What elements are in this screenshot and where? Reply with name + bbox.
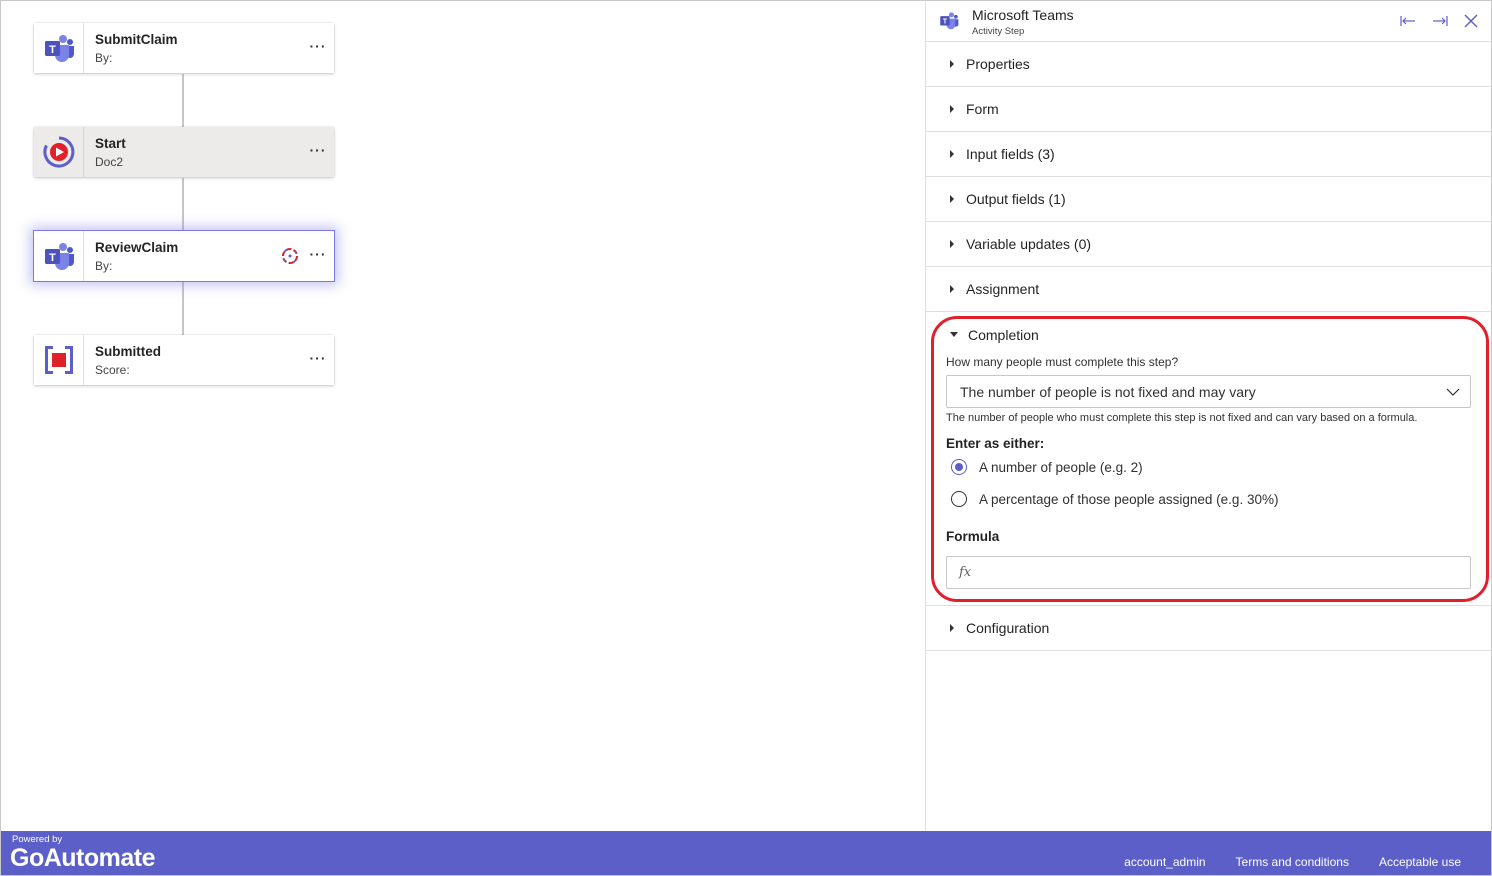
footer-bar: Powered by GoAutomate account_admin Term… <box>1 831 1491 875</box>
completion-question-label: How many people must complete this step? <box>946 355 1179 369</box>
chevron-right-icon <box>950 624 954 632</box>
node-title: SubmitClaim <box>95 32 178 47</box>
radio-label: A number of people (e.g. 2) <box>979 459 1143 475</box>
teams-icon: T <box>939 11 959 35</box>
node-more-button[interactable]: ··· <box>302 335 334 385</box>
close-icon[interactable] <box>1461 11 1481 31</box>
node-subtitle: Doc2 <box>95 155 124 169</box>
workflow-canvas[interactable]: T SubmitClaim By: ··· Start Doc2 ··· T R… <box>1 1 925 831</box>
section-properties[interactable]: Properties <box>926 42 1491 87</box>
acceptable-use-link[interactable]: Acceptable use <box>1379 855 1461 869</box>
section-label: Form <box>966 101 999 117</box>
section-label: Output fields (1) <box>966 191 1066 207</box>
section-label: Input fields (3) <box>966 146 1055 162</box>
connector-line <box>182 282 184 336</box>
dropdown-value: The number of people is not fixed and ma… <box>960 383 1256 400</box>
section-variable-updates[interactable]: Variable updates (0) <box>926 222 1491 267</box>
properties-panel: T Microsoft Teams Activity Step Properti… <box>925 1 1491 831</box>
footer-links: account_admin Terms and conditions Accep… <box>1124 855 1461 869</box>
radio-percentage[interactable]: A percentage of those people assigned (e… <box>946 483 1471 515</box>
section-input-fields[interactable]: Input fields (3) <box>926 132 1491 177</box>
node-more-button[interactable]: ··· <box>302 231 334 281</box>
workflow-node-submitclaim[interactable]: T SubmitClaim By: ··· <box>34 23 334 73</box>
start-icon <box>34 127 84 177</box>
panel-title: Microsoft Teams <box>972 7 1074 23</box>
section-assignment[interactable]: Assignment <box>926 267 1491 312</box>
node-more-button[interactable]: ··· <box>302 127 334 177</box>
node-more-button[interactable]: ··· <box>302 23 334 73</box>
chevron-right-icon <box>950 195 954 203</box>
section-label: Properties <box>966 56 1030 72</box>
section-label: Variable updates (0) <box>966 236 1092 252</box>
teams-icon: T <box>34 23 84 73</box>
terms-link[interactable]: Terms and conditions <box>1236 855 1349 869</box>
radio-number-of-people[interactable]: A number of people (e.g. 2) <box>946 451 1471 483</box>
section-label: Completion <box>968 326 1039 343</box>
completion-mode-dropdown[interactable]: The number of people is not fixed and ma… <box>946 375 1471 408</box>
fx-icon: fx <box>959 565 972 580</box>
formula-input[interactable]: fx <box>946 556 1471 589</box>
completion-help-text: The number of people who must complete t… <box>946 412 1418 424</box>
chevron-right-icon <box>950 150 954 158</box>
chevron-right-icon <box>950 60 954 68</box>
chevron-right-icon <box>950 285 954 293</box>
node-title: Start <box>95 136 126 151</box>
brand-logo: GoAutomate <box>10 844 156 872</box>
enter-as-label: Enter as either: <box>946 436 1045 451</box>
section-label: Configuration <box>966 620 1050 636</box>
chevron-down-icon <box>1446 383 1460 401</box>
account-admin-link[interactable]: account_admin <box>1124 855 1205 869</box>
chevron-right-icon <box>950 240 954 248</box>
section-configuration[interactable]: Configuration <box>926 606 1491 651</box>
expand-right-icon[interactable] <box>1430 11 1450 31</box>
section-form[interactable]: Form <box>926 87 1491 132</box>
node-subtitle: By: <box>95 259 113 273</box>
workflow-node-reviewclaim[interactable]: T ReviewClaim By: ··· <box>34 231 334 281</box>
section-completion[interactable]: Completion <box>926 312 1491 357</box>
node-subtitle: Score: <box>95 363 130 377</box>
teams-icon: T <box>34 231 84 281</box>
workflow-node-submitted[interactable]: Submitted Score: ··· <box>34 335 334 385</box>
chevron-down-icon <box>950 332 958 337</box>
radio-label: A percentage of those people assigned (e… <box>979 491 1279 507</box>
target-icon[interactable] <box>278 231 302 281</box>
node-title: Submitted <box>95 344 161 359</box>
stop-icon <box>34 335 84 385</box>
chevron-right-icon <box>950 105 954 113</box>
section-completion-expanded: Completion How many people must complete… <box>926 312 1491 606</box>
collapse-left-icon[interactable] <box>1398 11 1418 31</box>
connector-line <box>182 178 184 232</box>
section-output-fields[interactable]: Output fields (1) <box>926 177 1491 222</box>
svg-text:T: T <box>49 44 56 56</box>
formula-label: Formula <box>946 529 1000 544</box>
node-title: ReviewClaim <box>95 240 179 255</box>
radio-button-checked[interactable] <box>951 459 967 475</box>
node-subtitle: By: <box>95 51 113 65</box>
panel-header: T Microsoft Teams Activity Step <box>926 1 1491 42</box>
workflow-node-start[interactable]: Start Doc2 ··· <box>34 127 334 177</box>
panel-subtitle: Activity Step <box>972 26 1025 37</box>
section-label: Assignment <box>966 281 1040 297</box>
radio-button[interactable] <box>951 491 967 507</box>
connector-line <box>182 74 184 128</box>
svg-text:T: T <box>49 252 56 264</box>
